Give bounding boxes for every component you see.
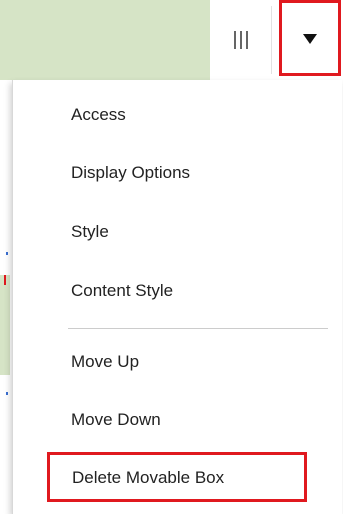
menu-item-delete-label: Delete Movable Box	[72, 468, 225, 487]
menu-toggle-button[interactable]	[279, 0, 341, 76]
page-background	[0, 80, 12, 514]
columns-button[interactable]	[212, 4, 270, 76]
page-fragment-mark	[6, 252, 8, 255]
stage: Access Display Options Style Content Sty…	[0, 0, 343, 514]
menu-item-content-style[interactable]: Content Style	[71, 281, 173, 301]
page-fragment-strip	[0, 275, 10, 375]
toolbar-divider	[271, 6, 272, 74]
page-fragment-accent	[4, 275, 6, 285]
columns-icon	[234, 31, 248, 49]
menu-item-style[interactable]: Style	[71, 222, 109, 242]
dropdown-menu: Access Display Options Style Content Sty…	[12, 80, 342, 514]
page-fragment-mark	[6, 392, 8, 395]
menu-separator	[68, 328, 328, 329]
header-bar	[0, 0, 210, 80]
menu-item-access[interactable]: Access	[71, 105, 126, 125]
menu-item-display-options[interactable]: Display Options	[71, 163, 190, 183]
menu-item-move-down[interactable]: Move Down	[71, 410, 161, 430]
menu-item-move-up[interactable]: Move Up	[71, 352, 139, 372]
caret-down-icon	[303, 34, 317, 44]
menu-item-delete-movable-box[interactable]: Delete Movable Box	[47, 452, 307, 502]
